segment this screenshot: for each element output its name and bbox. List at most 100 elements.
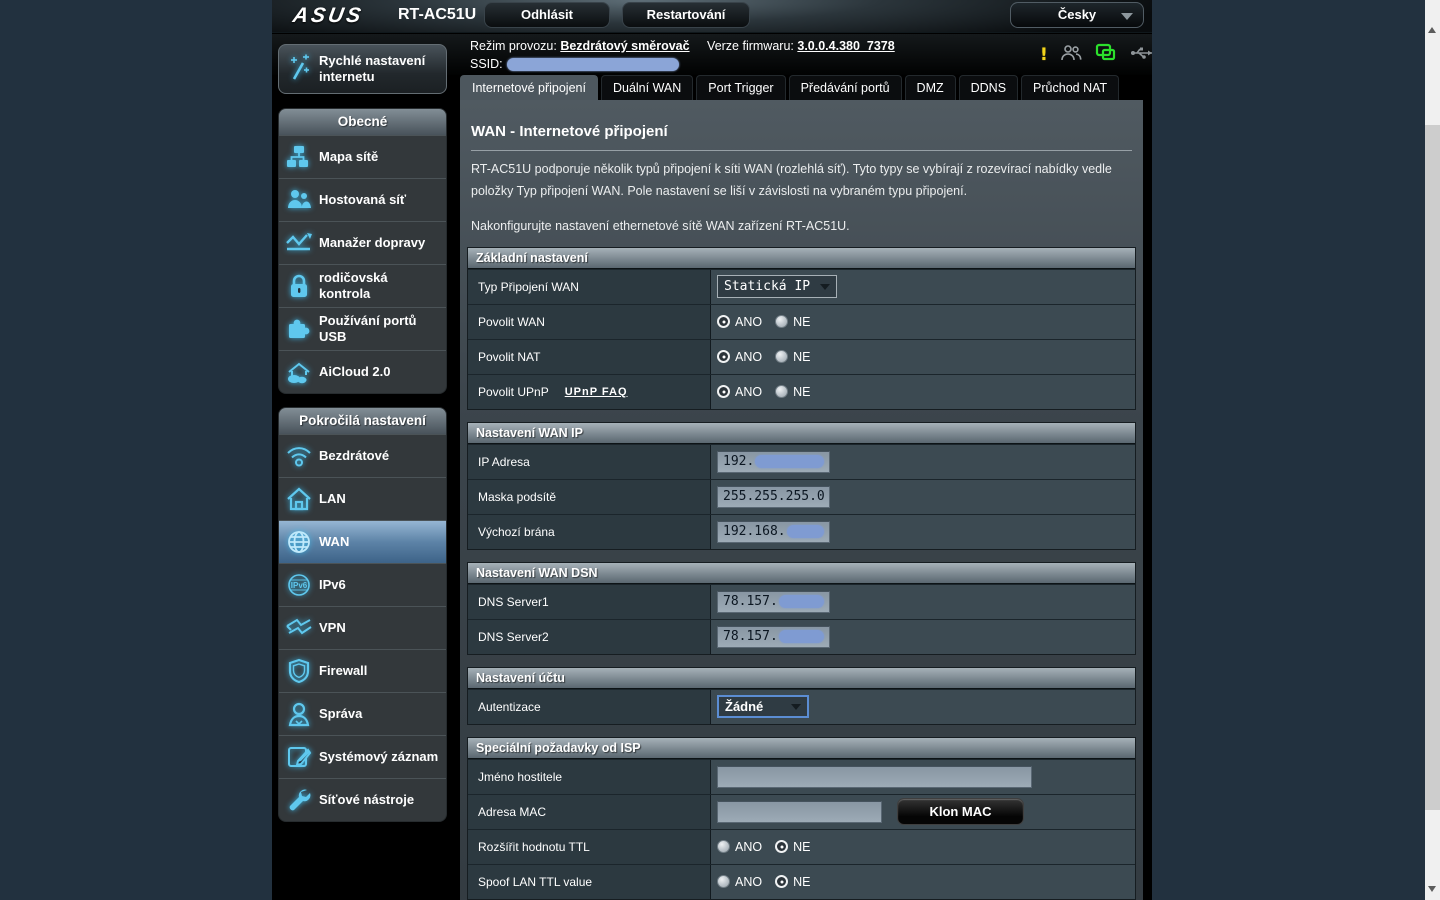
extend-ttl-no-radio[interactable] (775, 840, 788, 853)
usb-icon[interactable] (1130, 46, 1154, 65)
authentication-select[interactable]: Žádné (717, 695, 809, 718)
field-label: Povolit NAT (478, 350, 540, 364)
sidebar-item-traffic-manager[interactable]: Manažer dopravy (279, 221, 446, 264)
sidebar-item-ipv6[interactable]: IPv6 IPv6 (279, 563, 446, 606)
sidebar-item-label: rodičovská kontrola (319, 270, 446, 301)
parental-control-lock-icon (279, 273, 319, 299)
section-header: Nastavení účtu (468, 668, 1135, 689)
host-name-input[interactable] (717, 766, 1032, 788)
radio-no-label: NE (793, 350, 810, 364)
sidebar-item-system-log[interactable]: Systémový záznam (279, 735, 446, 778)
quick-internet-setup-button[interactable]: Rychlé nastavení internetu (278, 44, 447, 94)
row-ip-address: IP Adresa 192. (468, 444, 1135, 479)
top-banner: ASUS RT-AC51U Odhlásit Restartování Česk… (272, 0, 1152, 33)
svg-text:IPv6: IPv6 (291, 581, 308, 590)
chevron-down-icon (1121, 13, 1133, 20)
tab-dualni-wan[interactable]: Duální WAN (601, 75, 693, 100)
wrench-icon (279, 787, 319, 813)
operation-mode-link[interactable]: Bezdrátový směrovač (560, 39, 689, 53)
sidebar-item-vpn[interactable]: VPN (279, 606, 446, 649)
sidebar-item-guest-network[interactable]: Hostovaná síť (279, 178, 446, 221)
wan-type-select[interactable]: Statická IP (717, 275, 837, 298)
tab-pruchod-nat[interactable]: Průchod NAT (1021, 75, 1119, 100)
field-label: DNS Server1 (478, 595, 549, 609)
radio-no-label: NE (793, 840, 810, 854)
sidebar-item-label: VPN (319, 620, 350, 636)
enable-wan-no-radio[interactable] (775, 315, 788, 328)
sidebar-item-label: AiCloud 2.0 (319, 364, 395, 380)
sidebar-item-usb-application[interactable]: Používání portů USB (279, 307, 446, 350)
mac-clone-button[interactable]: Klon MAC (897, 798, 1024, 825)
subnet-mask-input[interactable]: 255.255.255.0 (717, 486, 830, 508)
sidebar-item-label: Systémový záznam (319, 749, 442, 765)
sidebar-item-network-tools[interactable]: Síťové nástroje (279, 778, 446, 821)
sidebar-item-wan[interactable]: WAN (279, 520, 446, 563)
dns-server2-input[interactable]: 78.157. (717, 626, 830, 648)
mode-firmware-line: Režim provozu: Bezdrátový směrovač Verze… (470, 39, 895, 53)
row-dns-server2: DNS Server2 78.157. (468, 619, 1135, 654)
ipv6-icon: IPv6 (279, 572, 319, 598)
spoof-ttl-no-radio[interactable] (775, 875, 788, 888)
scroll-up-arrow-icon[interactable] (1428, 27, 1436, 33)
enable-nat-no-radio[interactable] (775, 350, 788, 363)
row-default-gateway: Výchozí brána 192.168. (468, 514, 1135, 549)
select-arrow-icon (791, 704, 801, 710)
sidebar-item-parental-control[interactable]: rodičovská kontrola (279, 264, 446, 307)
tab-internetove-pripojeni[interactable]: Internetové připojení (460, 75, 598, 100)
sidebar-group-general: Obecné Mapa sítě Hostovaná síť Manažer d… (278, 108, 447, 394)
section-account: Nastavení účtu Autentizace Žádné (467, 667, 1136, 725)
radio-yes-label: ANO (735, 315, 762, 329)
network-map-icon (279, 144, 319, 170)
field-label: Spoof LAN TTL value (478, 875, 592, 889)
sidebar-item-label: IPv6 (319, 577, 350, 593)
wired-lan-icon[interactable] (1094, 43, 1118, 68)
dns-server1-input[interactable]: 78.157. (717, 591, 830, 613)
sidebar-item-label: Hostovaná síť (319, 192, 410, 208)
mac-address-input[interactable] (717, 801, 882, 823)
row-dns-server1: DNS Server1 78.157. (468, 584, 1135, 619)
sidebar-group-title: Obecné (279, 109, 446, 135)
language-select[interactable]: Česky (1010, 2, 1144, 28)
reboot-button[interactable]: Restartování (622, 2, 750, 28)
enable-nat-yes-radio[interactable] (717, 350, 730, 363)
extend-ttl-yes-radio[interactable] (717, 840, 730, 853)
select-arrow-icon (820, 284, 830, 290)
input-value: 255.255.255.0 (723, 489, 825, 504)
radio-yes-label: ANO (735, 840, 762, 854)
logout-button[interactable]: Odhlásit (484, 2, 610, 28)
tab-ddns[interactable]: DDNS (959, 75, 1018, 100)
scroll-down-arrow-icon[interactable] (1428, 886, 1436, 892)
field-label: Maska podsítě (478, 490, 556, 504)
enable-upnp-no-radio[interactable] (775, 385, 788, 398)
enable-upnp-yes-radio[interactable] (717, 385, 730, 398)
tab-dmz[interactable]: DMZ (905, 75, 956, 100)
magic-wand-icon (279, 54, 319, 84)
notification-icon[interactable]: ! (1040, 47, 1048, 64)
upnp-faq-link[interactable]: UPnP FAQ (565, 386, 628, 398)
sidebar-item-administration[interactable]: Správa (279, 692, 446, 735)
tab-predavani-portu[interactable]: Předávání portů (789, 75, 902, 100)
spoof-ttl-yes-radio[interactable] (717, 875, 730, 888)
sidebar-item-aicloud[interactable]: AiCloud 2.0 (279, 350, 446, 393)
ip-address-input[interactable]: 192. (717, 451, 830, 473)
sidebar-item-lan[interactable]: LAN (279, 477, 446, 520)
section-wan-dns: Nastavení WAN DSN DNS Server1 78.157. DN… (467, 562, 1136, 655)
sidebar-item-network-map[interactable]: Mapa sítě (279, 135, 446, 178)
radio-yes-label: ANO (735, 875, 762, 889)
router-admin-page: ASUS RT-AC51U Odhlásit Restartování Česk… (272, 0, 1152, 900)
vertical-scrollbar[interactable] (1425, 0, 1440, 900)
scrollbar-thumb[interactable] (1425, 125, 1440, 810)
firmware-version-link[interactable]: 3.0.0.4.380_7378 (797, 39, 894, 53)
authentication-selected-value: Žádné (725, 699, 763, 714)
sidebar-item-wireless[interactable]: Bezdrátové (279, 434, 446, 477)
radio-no-label: NE (793, 315, 810, 329)
default-gateway-input[interactable]: 192.168. (717, 521, 830, 543)
sidebar-item-label: Firewall (319, 663, 371, 679)
sidebar-item-firewall[interactable]: Firewall (279, 649, 446, 692)
row-mac-address: Adresa MAC Klon MAC (468, 794, 1135, 829)
tab-port-trigger[interactable]: Port Trigger (696, 75, 785, 100)
redaction-blob (779, 630, 824, 643)
clients-icon[interactable] (1060, 44, 1082, 67)
enable-wan-yes-radio[interactable] (717, 315, 730, 328)
traffic-manager-icon (279, 231, 319, 255)
